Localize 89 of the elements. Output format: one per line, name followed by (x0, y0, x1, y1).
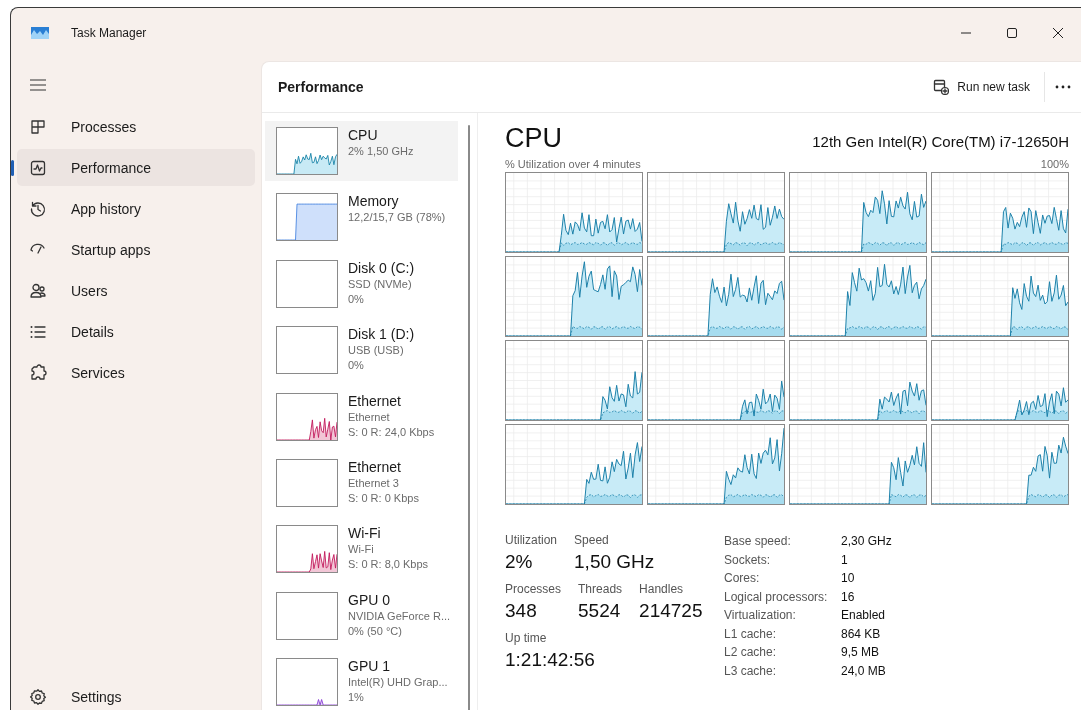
device-name: Memory (348, 193, 400, 211)
device-item[interactable]: GPU 0 NVIDIA GeForce R... 0% (50 °C) (265, 585, 458, 646)
users-icon (29, 281, 47, 300)
spec-label: Cores: (724, 570, 761, 587)
stat-label: Handles (639, 582, 685, 597)
spec-label: Virtualization: (724, 607, 797, 624)
close-icon (1053, 28, 1063, 38)
device-detail: 0% (348, 358, 365, 374)
spec-label: L1 cache: (724, 625, 778, 643)
run-new-task-button[interactable]: Run new task (925, 75, 1038, 99)
device-detail: S: 0 R: 8,0 Kbps (348, 557, 429, 573)
nav-item[interactable]: Services (17, 354, 255, 391)
stat-label: Processes (505, 582, 562, 597)
device-name: Ethernet (348, 458, 402, 476)
device-detail: 2% 1,50 GHz (348, 144, 414, 159)
grid-icon (29, 117, 47, 136)
device-detail: Ethernet 3 (348, 475, 400, 491)
add-window-icon (933, 79, 950, 95)
history-icon (29, 199, 47, 218)
device-item[interactable]: Wi-Fi Wi-Fi S: 0 R: 8,0 Kbps (265, 519, 458, 580)
puzzle-icon (29, 363, 47, 382)
stat-label: Threads (578, 582, 623, 597)
spec-label: Logical processors: (724, 588, 829, 606)
pulse-icon (29, 158, 47, 177)
spec-value: 2,30 GHz (841, 533, 892, 550)
device-item[interactable]: GPU 1 Intel(R) UHD Grap... 1% (265, 652, 458, 710)
scrollbar-thumb[interactable] (467, 125, 470, 710)
spec-label: L2 cache: (724, 644, 778, 661)
stat-label: Utilization (505, 533, 558, 548)
stat-value: 1:21:42:56 (505, 648, 595, 672)
menu-icon (30, 79, 46, 91)
graph-caption: % Utilization over 4 minutes (505, 158, 641, 170)
stat-value: 214725 (639, 599, 703, 623)
device-name: Disk 0 (C:) (348, 259, 415, 277)
spec-value: Enabled (841, 607, 887, 624)
device-item[interactable]: Disk 0 (C:) SSD (NVMe) 0% (265, 253, 458, 314)
stat-value: 1,50 GHz (574, 550, 655, 574)
spec-value: 16 (841, 588, 856, 606)
device-detail: S: 0 R: 24,0 Kbps (348, 424, 435, 440)
nav-item[interactable]: Processes (17, 108, 255, 145)
device-item[interactable]: Disk 1 (D:) USB (USB) 0% (265, 320, 458, 381)
device-item[interactable]: Memory 12,2/15,7 GB (78%) (265, 187, 458, 248)
device-name: Disk 1 (D:) (348, 326, 415, 344)
device-item[interactable]: Ethernet Ethernet 3 S: 0 R: 0 Kbps (265, 452, 458, 513)
device-item[interactable]: CPU 2% 1,50 GHz (265, 121, 458, 181)
spec-label: L3 cache: (724, 662, 778, 680)
spec-value: 24,0 MB (841, 662, 887, 680)
device-name: GPU 0 (348, 591, 391, 609)
device-name: Wi-Fi (348, 525, 382, 543)
stat-label: Up time (505, 631, 548, 646)
maximize-icon (1007, 28, 1017, 38)
nav-item[interactable]: Startup apps (17, 231, 255, 268)
graph-maximum: 100% (1040, 158, 1069, 170)
device-name: CPU (348, 127, 379, 144)
device-detail: S: 0 R: 0 Kbps (348, 490, 419, 506)
nav-item[interactable]: App history (17, 190, 255, 227)
processor-name: 12th Gen Intel(R) Core(TM) i7-12650H (812, 133, 1069, 150)
device-detail: SSD (NVMe) (348, 276, 413, 292)
settings-icon (29, 688, 47, 706)
stat-label: Speed (574, 533, 610, 548)
device-detail: Wi-Fi (348, 542, 375, 558)
section-title: Performance (278, 79, 365, 95)
spec-label: Base speed: (724, 533, 792, 550)
device-detail: Ethernet (348, 409, 391, 425)
device-name: Ethernet (348, 392, 402, 410)
nav-item[interactable]: Settings (17, 678, 255, 710)
spec-label: Sockets: (724, 551, 772, 569)
device-name: GPU 1 (348, 658, 391, 676)
spec-value: 1 (841, 551, 849, 569)
page-title: CPU (505, 123, 562, 154)
spec-value: 9,5 MB (841, 644, 880, 661)
app-logo-icon (31, 27, 49, 39)
device-detail: 0% (50 °C) (348, 623, 403, 639)
stat-value: 5524 (578, 599, 622, 623)
more-icon (1055, 85, 1071, 89)
device-detail: NVIDIA GeForce R... (348, 608, 450, 624)
device-detail: USB (USB) (348, 343, 405, 359)
device-detail: 0% (348, 291, 365, 307)
device-item[interactable]: Ethernet Ethernet S: 0 R: 24,0 Kbps (265, 386, 458, 447)
device-detail: 1% (348, 690, 365, 706)
device-detail: 12,2/15,7 GB (78%) (348, 210, 446, 226)
spec-value: 864 KB (841, 625, 882, 643)
nav-item[interactable]: Details (17, 313, 255, 350)
window-title: Task Manager (71, 26, 147, 40)
device-detail: Intel(R) UHD Grap... (348, 675, 448, 691)
spec-value: 10 (841, 570, 856, 587)
stat-value: 2% (505, 550, 534, 574)
nav-item[interactable]: Users (17, 272, 255, 309)
stat-value: 348 (505, 599, 538, 623)
